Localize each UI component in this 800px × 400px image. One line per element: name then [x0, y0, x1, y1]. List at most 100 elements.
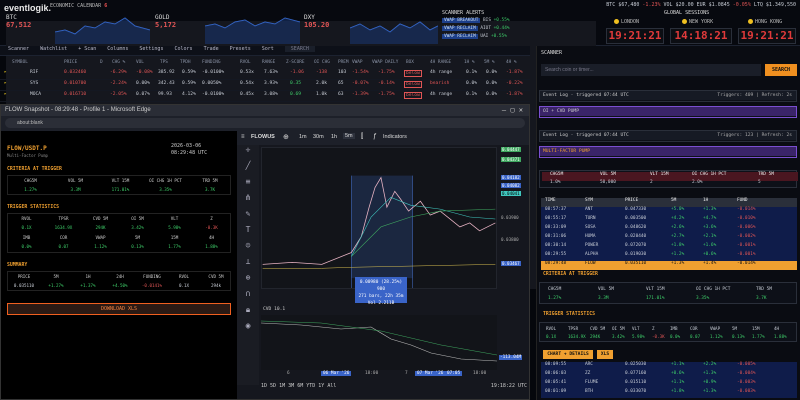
economic-calendar[interactable]: ECONOMIC CALENDAR 6 — [50, 3, 107, 9]
detail-criteria-title: CRITERIA AT TRIGGER — [543, 272, 598, 277]
market-summary: BTC $67,480 -1.23% VOL $20.00 EUR $1.084… — [606, 2, 796, 8]
download-xls-button[interactable]: DOWNLOAD XLS — [7, 303, 231, 315]
search-input[interactable]: SEARCH — [284, 46, 315, 52]
table-row[interactable]: 08:01:09 BTH 0.033070 +1.8% +1.3% -0.003… — [541, 389, 797, 398]
table-row[interactable]: 08:09:55 ARC 0.025030 +1.1% +2.2% -0.005… — [541, 362, 797, 371]
event-log-panel[interactable]: Event Log · triggered 07:44 UTC Triggers:… — [539, 130, 797, 142]
scanner-panel: SCANNER Search coin or timer... SEARCH E… — [536, 46, 800, 400]
emoji-icon[interactable]: ☺ — [237, 241, 259, 257]
brush-icon[interactable]: ✎ — [237, 209, 259, 225]
dxy-sparkline — [350, 21, 438, 44]
menu-add-scan[interactable]: + Scan — [78, 46, 96, 52]
detail-stats-title: TRIGGER STATISTICS — [543, 312, 595, 317]
oi-cvd-pump-panel[interactable]: OI + CVD PUMP — [539, 106, 797, 118]
interval-5m[interactable]: 5m — [343, 133, 355, 139]
chart-details-button[interactable]: CHART + DETAILS — [543, 350, 593, 359]
chart-symbol[interactable]: FLOWUS — [251, 134, 275, 140]
menu-columns[interactable]: Columns — [107, 46, 128, 52]
table-row[interactable]: 08:31:06 HUMA 0.020440 +2.7% +2.1% -0.00… — [541, 234, 797, 243]
multi-factor-pump-panel[interactable]: MULTI-FACTOR PUMP — [539, 146, 797, 158]
lock-icon[interactable]: 🔒︎ — [237, 305, 259, 321]
city-london: LONDON — [614, 19, 639, 25]
ticker-dxy[interactable]: DXY 105.20 ▼ -0.03% — [304, 14, 596, 294]
table-row[interactable]: 08:33:09 SOSA 0.048620 +2.6% +3.6% -0.00… — [541, 225, 797, 234]
ticker-gold[interactable]: GOLD 5,172 ▼ -0.47% — [155, 14, 447, 294]
interval-1h[interactable]: 1h — [331, 134, 337, 140]
table-row[interactable]: ▸ MOCA 0.016710 -2.05% 0.07% 99.93 4.12%… — [0, 92, 530, 102]
range-1m[interactable]: 1M — [279, 383, 285, 389]
table-row[interactable]: 08:55:17 TURN 0.003500 +4.2% +4.7% -0.01… — [541, 216, 797, 225]
table-row[interactable]: ▸ SYS 0.010700 -2.24% 0.00% 342.43 0.59%… — [0, 81, 530, 91]
measure-tooltip: 0.00980 (28.25%) 980 271 bars, 22h 35m V… — [355, 277, 407, 306]
scanner-alert-row[interactable]: VWAP RECLAIM AIOT +0.44% — [442, 26, 510, 33]
horizontal-line-icon[interactable]: ≡ — [237, 177, 259, 193]
range-1d[interactable]: 1D — [261, 383, 267, 389]
price-axis[interactable]: 0.04447 0.04371 0.04182 0.04082 0.04041 … — [499, 147, 529, 289]
table-row-selected[interactable]: 08:29:48 FLOW 0.035110 +1.3% +1.4% -0.01… — [541, 261, 797, 270]
price-plot[interactable] — [261, 147, 497, 289]
range-6m[interactable]: 6M — [297, 383, 303, 389]
tradingview-chart: ≡ FLOWUS ⊕ 1m 30m 1h 5m ⫿ ƒ Indicators ✛… — [237, 131, 529, 399]
menu-colors[interactable]: Colors — [174, 46, 192, 52]
event-log-panel[interactable]: Event Log · triggered 07:44 UTC Triggers:… — [539, 90, 797, 102]
clock-london: 19:21:21 — [606, 28, 664, 44]
scanner-title: SCANNER — [541, 50, 563, 56]
menu-presets[interactable]: Presets — [230, 46, 251, 52]
btc-sparkline — [55, 17, 150, 44]
text-icon[interactable]: T — [237, 225, 259, 241]
time-axis[interactable]: 6 06 Mar '26 18:00 7 07 Mar '26 07:05 18… — [261, 371, 497, 381]
candle-type-icon[interactable]: ⫿ — [361, 133, 363, 141]
table-row[interactable]: 08:06:03 ZZ 0.077160 +0.6% +1.3% -0.004% — [541, 371, 797, 380]
interval-30m[interactable]: 30m — [313, 134, 324, 140]
menu-sort[interactable]: Sort — [262, 46, 274, 52]
top-header: eventlogik. ECONOMIC CALENDAR 6 BTC 67,5… — [0, 0, 800, 294]
indicators-icon[interactable]: ƒ — [373, 133, 377, 140]
ruler-icon[interactable]: ⟂ — [237, 257, 259, 273]
criteria-table: CHG5M VOL 5M VLT 15M OI CHG 1H PCT TRD 5… — [539, 170, 798, 188]
menu-watchlist[interactable]: Watchlist — [40, 46, 67, 52]
session-dot-icon — [614, 19, 619, 24]
scanner-search-input[interactable]: Search coin or timer... — [541, 64, 761, 76]
range-5d[interactable]: 5D — [270, 383, 276, 389]
trendline-icon[interactable]: ╱ — [237, 161, 259, 177]
range-3m[interactable]: 3M — [288, 383, 294, 389]
ticker-btc[interactable]: BTC 67,512 ▼ -1.23% — [6, 14, 298, 294]
add-symbol-icon[interactable]: ⊕ — [283, 133, 289, 141]
cvd-label: CVD 10.1 — [263, 307, 286, 312]
address-bar[interactable]: about:blank — [5, 118, 525, 128]
crosshair-icon[interactable]: ✛ — [237, 145, 259, 161]
window-controls[interactable]: — ▢ ✕ — [502, 106, 523, 114]
range-all[interactable]: All — [327, 383, 336, 389]
menu-settings[interactable]: Settings — [139, 46, 163, 52]
stats-grid: RVOL TPSR CVD 5M OI 5M VLT Z 0.1X 1634.9… — [7, 213, 231, 253]
scanner-alert-row[interactable]: VWAP RECLAIM UAI +0.55% — [442, 34, 507, 41]
zoom-icon[interactable]: ⊕ — [237, 273, 259, 289]
snapshot-time: 08:29:48 UTC — [171, 150, 208, 156]
detail-criteria-grid: CHG5M VOL 5M VLT 15M OI CHG 1H PCT TRD 5… — [539, 282, 797, 304]
cvd-plot[interactable] — [261, 315, 497, 370]
table-row[interactable]: ▸ RIF 0.032460 -6.29% -0.08% 385.92 0.59… — [0, 70, 530, 80]
eye-icon[interactable]: ◉ — [237, 321, 259, 337]
menu-scanner[interactable]: Scanner — [8, 46, 29, 52]
indicators-button[interactable]: Indicators — [383, 134, 407, 140]
table-row[interactable]: 08:57:37 ANT 0.047330 +5.0% +1.3% -0.014… — [541, 207, 797, 216]
app-logo[interactable]: eventlogik. — [4, 3, 51, 13]
range-ytd[interactable]: YTD — [306, 383, 315, 389]
city-hong-kong: HONG KONG — [748, 19, 782, 25]
table-row[interactable]: 08:29:55 ALPHA 0.019030 +1.2% +0.6% -0.0… — [541, 252, 797, 261]
clock-hong-kong: 19:21:21 — [738, 28, 796, 44]
gold-sparkline — [205, 17, 300, 44]
menu-trade[interactable]: Trade — [204, 46, 219, 52]
table-row[interactable]: 08:30:14 POWER 0.072070 +1.8% +1.6% -0.0… — [541, 243, 797, 252]
pitchfork-icon[interactable]: ⋔ — [237, 193, 259, 209]
range-1y[interactable]: 1Y — [318, 383, 324, 389]
bars-icon[interactable]: ≡ — [241, 134, 245, 140]
scanner-alert-row[interactable]: VWAP BREAKOUT BIS +0.55% — [442, 18, 510, 25]
table-row[interactable]: 08:05:41 FLUME 0.015110 +1.1% +0.9% -0.0… — [541, 380, 797, 389]
xls-button[interactable]: XLS — [597, 350, 613, 359]
summary-title: SUMMARY — [7, 263, 28, 268]
scanner-search-button[interactable]: SEARCH — [765, 64, 797, 76]
chart-clock: 19:18:22 UTC — [490, 383, 527, 389]
interval-1m[interactable]: 1m — [299, 134, 307, 140]
magnet-icon[interactable]: ∩ — [237, 289, 259, 305]
